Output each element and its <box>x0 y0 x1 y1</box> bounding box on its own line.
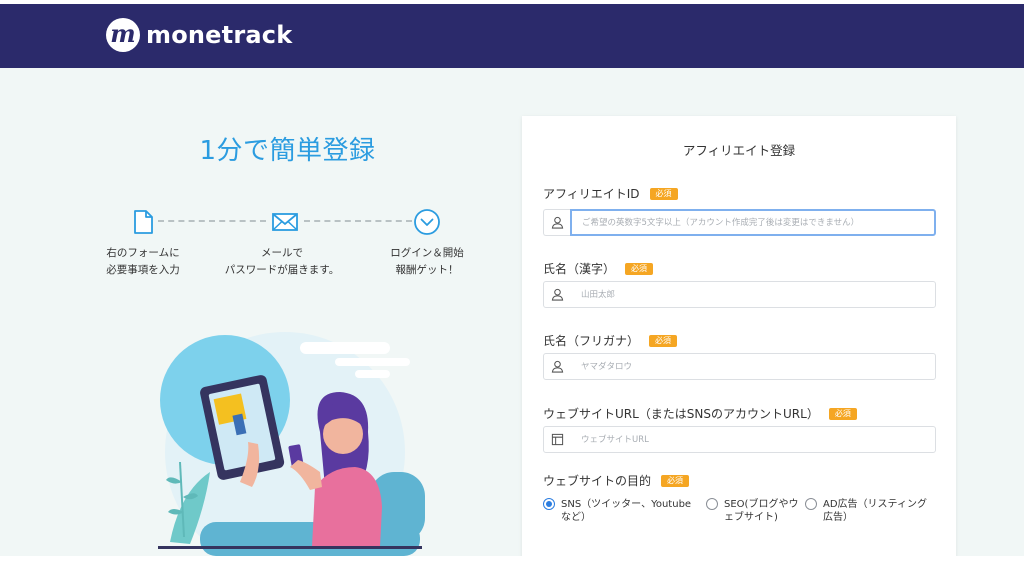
required-badge: 必須 <box>625 262 654 275</box>
purpose-option-sns[interactable]: SNS（ツイッター、Youtube など） <box>543 498 691 524</box>
field-label-text: ウェブサイトの目的 <box>543 474 652 488</box>
required-badge: 必須 <box>828 407 857 420</box>
brand-logo[interactable]: m monetrack <box>106 18 292 52</box>
field-label-website-purpose: ウェブサイトの目的 必須 <box>543 472 690 489</box>
required-badge: 必須 <box>649 334 678 347</box>
affiliate-id-field <box>543 209 936 236</box>
page: m monetrack 1分で簡単登録 右のフォームに 必要事項を入力 メールで… <box>0 4 1024 556</box>
hero-illustration <box>158 332 425 556</box>
field-label-text: 氏名（フリガナ） <box>543 334 640 348</box>
registration-form: アフィリエイト登録 アフィリエイトID 必須 氏名（漢字） 必須 氏名（フリガナ… <box>522 116 956 556</box>
field-label-text: ウェブサイトURL（またはSNSのアカウントURL） <box>543 407 819 421</box>
radio-label-line: SNS（ツイッター、Youtube <box>561 499 692 510</box>
radio-label-line: など） <box>561 512 591 523</box>
brand-name: monetrack <box>146 21 293 49</box>
radio-label: AD広告（リスティング 広告） <box>823 498 927 524</box>
user-icon <box>543 209 570 236</box>
step-connector <box>158 220 266 222</box>
field-label-text: アフィリエイトID <box>543 187 640 201</box>
field-label-name-kanji: 氏名（漢字） 必須 <box>543 260 654 277</box>
user-icon <box>544 281 571 308</box>
required-badge: 必須 <box>649 187 678 200</box>
form-title: アフィリエイト登録 <box>682 143 796 158</box>
radio-button-sns[interactable] <box>543 498 555 510</box>
website-purpose-radio-group: SNS（ツイッター、Youtube など） SEO(ブログやウ ェブサイト) A… <box>543 498 943 528</box>
chevron-circle-icon <box>414 209 440 235</box>
purpose-option-ad[interactable]: AD広告（リスティング 広告） <box>805 498 927 524</box>
name-kanji-input[interactable] <box>571 282 935 307</box>
radio-label-line: 広告） <box>823 512 853 523</box>
field-label-text: 氏名（漢字） <box>543 262 616 276</box>
radio-label: SNS（ツイッター、Youtube など） <box>561 498 691 524</box>
website-url-field <box>543 426 936 453</box>
hero-headline: 1分で簡単登録 <box>199 136 376 166</box>
header-bar: m monetrack <box>0 4 1024 68</box>
step-label-mail: メールで パスワードが届きます。 <box>224 247 340 276</box>
purpose-option-seo[interactable]: SEO(ブログやウ ェブサイト) <box>706 498 798 524</box>
name-kana-field <box>543 353 936 380</box>
radio-label-line: AD広告（リスティング <box>823 499 927 510</box>
field-label-affiliate-id: アフィリエイトID 必須 <box>543 185 678 202</box>
bottom-edge <box>0 556 1024 561</box>
radio-label: SEO(ブログやウ ェブサイト) <box>724 498 798 524</box>
name-kanji-field <box>543 281 936 308</box>
radio-label-line: ェブサイト) <box>724 512 778 523</box>
user-icon <box>544 353 571 380</box>
step-label-login: ログイン＆開始 報酬ゲット！ <box>390 247 464 276</box>
radio-label-line: SEO(ブログやウ <box>724 499 799 510</box>
step-label-input: 右のフォームに 必要事項を入力 <box>106 247 180 276</box>
envelope-icon <box>272 213 298 231</box>
field-label-name-kana: 氏名（フリガナ） 必須 <box>543 332 678 349</box>
website-url-input[interactable] <box>571 427 935 452</box>
document-icon <box>134 210 153 234</box>
required-badge: 必須 <box>661 474 690 487</box>
layout-icon <box>544 426 571 453</box>
field-label-website-url: ウェブサイトURL（またはSNSのアカウントURL） 必須 <box>543 405 857 422</box>
radio-button-ad[interactable] <box>805 498 817 510</box>
radio-button-seo[interactable] <box>706 498 718 510</box>
affiliate-id-input[interactable] <box>570 209 936 236</box>
logo-mark-icon: m <box>106 18 140 52</box>
step-connector <box>304 220 412 222</box>
name-kana-input[interactable] <box>571 354 935 379</box>
